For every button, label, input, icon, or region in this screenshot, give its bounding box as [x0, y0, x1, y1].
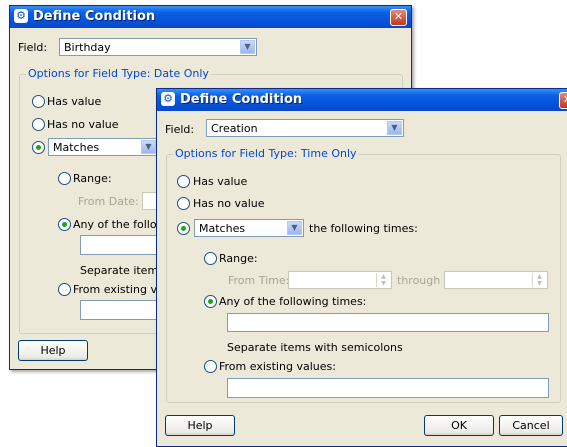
chevron-down-icon[interactable]: ▼ [387, 121, 402, 135]
from-date-label: From Date: [78, 195, 139, 208]
app-icon: ⚙ [14, 9, 28, 23]
field-select[interactable]: Creation ▼ [206, 119, 404, 137]
range-label: Range: [73, 172, 112, 185]
options-group-title: Options for Field Type: Time Only [173, 147, 359, 160]
chevron-down-icon[interactable]: ▼ [240, 40, 255, 54]
field-select[interactable]: Birthday ▼ [59, 38, 257, 56]
matches-select[interactable]: Matches ▼ [48, 138, 158, 156]
ok-button[interactable]: OK [424, 415, 494, 436]
range-label: Range: [219, 252, 258, 265]
through-time-input[interactable]: ▲ ▼ [444, 271, 548, 289]
spinner-icon[interactable]: ▲ ▼ [376, 273, 390, 287]
from-existing-label: From existing values: [219, 360, 336, 373]
app-icon: ⚙ [161, 92, 175, 106]
has-value-radio[interactable] [177, 175, 190, 188]
matches-radio[interactable] [32, 141, 45, 154]
chevron-down-icon[interactable]: ▼ [141, 140, 156, 154]
dialog-title: Define Condition [33, 9, 156, 24]
has-no-value-label: Has no value [47, 118, 119, 131]
close-icon[interactable]: ✕ [559, 92, 567, 109]
chevron-down-icon[interactable]: ▼ [287, 221, 302, 235]
field-label: Field: [18, 41, 48, 54]
separate-hint: Separate items [80, 264, 164, 277]
options-group-title: Options for Field Type: Date Only [26, 67, 211, 80]
has-no-value-radio[interactable] [32, 118, 45, 131]
has-no-value-label: Has no value [193, 197, 265, 210]
matches-radio[interactable] [177, 222, 190, 235]
from-existing-radio[interactable] [58, 283, 71, 296]
has-value-label: Has value [47, 95, 102, 108]
separate-hint: Separate items with semicolons [227, 341, 403, 354]
following-times-label: the following times: [309, 222, 418, 235]
from-time-input[interactable]: ▲ ▼ [288, 271, 392, 289]
from-existing-input[interactable] [227, 378, 549, 398]
title-bar[interactable]: ⚙ Define Condition ✕ [157, 89, 567, 111]
field-select-value: Birthday [64, 41, 111, 54]
any-of-label: Any of the follo [73, 218, 157, 231]
cancel-button[interactable]: Cancel [499, 415, 563, 436]
range-radio[interactable] [58, 172, 71, 185]
dialog-title: Define Condition [180, 92, 303, 107]
help-button[interactable]: Help [165, 415, 235, 436]
from-time-label: From Time: [228, 274, 290, 287]
help-button[interactable]: Help [18, 340, 88, 361]
any-of-label: Any of the following times: [219, 295, 367, 308]
range-radio[interactable] [204, 252, 217, 265]
any-of-radio[interactable] [204, 295, 217, 308]
from-existing-radio[interactable] [204, 360, 217, 373]
has-value-radio[interactable] [32, 95, 45, 108]
spinner-icon[interactable]: ▲ ▼ [532, 273, 546, 287]
any-of-radio[interactable] [58, 218, 71, 231]
matches-select[interactable]: Matches ▼ [194, 219, 304, 237]
matches-select-value: Matches [199, 222, 246, 235]
field-select-value: Creation [211, 122, 258, 135]
define-condition-dialog-time: ⚙ Define Condition ✕ Field: Creation ▼ O… [156, 88, 567, 447]
through-label: through [397, 274, 441, 287]
has-no-value-radio[interactable] [177, 197, 190, 210]
field-label: Field: [165, 123, 195, 136]
has-value-label: Has value [193, 175, 248, 188]
from-existing-label: From existing va [73, 283, 164, 296]
close-icon[interactable]: ✕ [390, 9, 407, 26]
any-of-input[interactable] [227, 313, 549, 332]
matches-select-value: Matches [53, 141, 100, 154]
title-bar[interactable]: ⚙ Define Condition ✕ [10, 6, 411, 28]
